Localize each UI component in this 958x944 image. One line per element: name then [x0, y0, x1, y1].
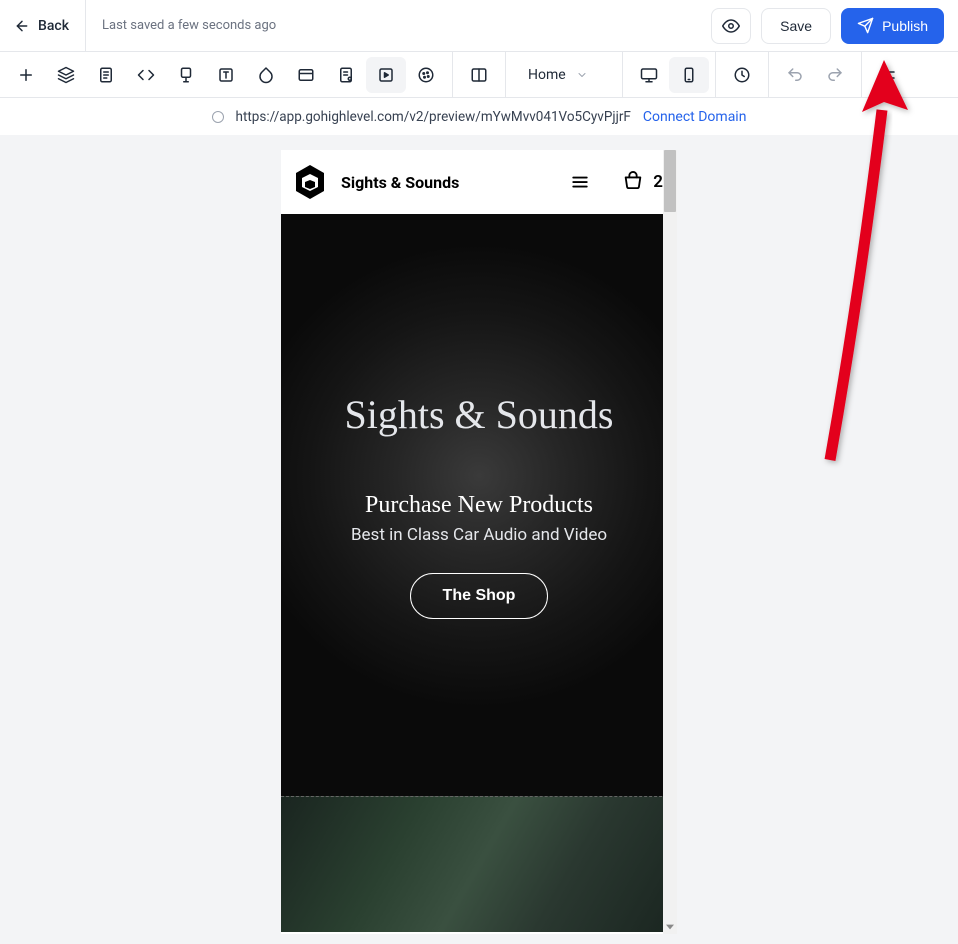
- layers-button[interactable]: [46, 57, 86, 93]
- page-selected-label: Home: [528, 67, 566, 83]
- save-button[interactable]: Save: [761, 8, 831, 44]
- scrollbar-down-button[interactable]: [663, 920, 677, 934]
- preview-url: https://app.gohighlevel.com/v2/preview/m…: [236, 109, 631, 125]
- back-label: Back: [38, 18, 69, 34]
- mobile-icon: [680, 66, 698, 84]
- send-icon: [857, 17, 874, 34]
- section-icon: [177, 66, 195, 84]
- site-logo: [293, 163, 327, 201]
- add-element-button[interactable]: [6, 57, 46, 93]
- app-header: Back Last saved a few seconds ago Save P…: [0, 0, 958, 52]
- back-button[interactable]: Back: [14, 18, 69, 34]
- desktop-view-button[interactable]: [629, 57, 669, 93]
- page-selector[interactable]: Home: [512, 57, 616, 93]
- saved-status: Last saved a few seconds ago: [102, 18, 276, 33]
- play-square-icon: [377, 66, 395, 84]
- file-icon: [97, 66, 115, 84]
- url-bar: https://app.gohighlevel.com/v2/preview/m…: [0, 98, 958, 136]
- hero-text: Best in Class Car Audio and Video: [351, 525, 607, 545]
- clock-icon: [733, 66, 751, 84]
- undo-button[interactable]: [775, 57, 815, 93]
- layout-icon: [297, 66, 315, 84]
- site-header: Sights & Sounds 2: [281, 150, 677, 214]
- connect-domain-link[interactable]: Connect Domain: [643, 109, 747, 125]
- hero-cta-button[interactable]: The Shop: [410, 573, 549, 619]
- hero-subtitle: Purchase New Products: [365, 492, 593, 519]
- settings-button[interactable]: [868, 57, 908, 93]
- media-button[interactable]: [366, 57, 406, 93]
- columns-icon: [470, 66, 488, 84]
- text-icon: [217, 66, 235, 84]
- form-button[interactable]: [326, 57, 366, 93]
- publish-label: Publish: [882, 18, 928, 34]
- layers-icon: [57, 66, 75, 84]
- droplet-icon: [257, 66, 275, 84]
- hero-title: Sights & Sounds: [345, 391, 614, 438]
- mobile-view-button[interactable]: [669, 57, 709, 93]
- scrollbar[interactable]: [663, 150, 677, 934]
- container-button[interactable]: [286, 57, 326, 93]
- content-section[interactable]: [281, 796, 677, 932]
- arrow-left-icon: [14, 18, 30, 34]
- site-name: Sights & Sounds: [341, 173, 459, 192]
- toolbar: Home: [0, 52, 958, 98]
- history-button[interactable]: [722, 57, 762, 93]
- columns-button[interactable]: [459, 57, 499, 93]
- undo-icon: [786, 66, 804, 84]
- mobile-preview-frame: Sights & Sounds 2 Sights & Sounds Purcha…: [281, 150, 677, 934]
- cookie-button[interactable]: [406, 57, 446, 93]
- cart-count: 2: [653, 172, 663, 192]
- section-button[interactable]: [166, 57, 206, 93]
- cart-button[interactable]: 2: [622, 171, 663, 193]
- hamburger-menu-icon[interactable]: [570, 173, 590, 191]
- sliders-icon: [879, 66, 897, 84]
- redo-icon: [826, 66, 844, 84]
- header-actions: Save Publish: [711, 8, 944, 44]
- loading-icon: [212, 111, 224, 123]
- chevron-down-icon: [576, 69, 588, 81]
- publish-button[interactable]: Publish: [841, 8, 944, 44]
- scrollbar-thumb[interactable]: [664, 150, 676, 212]
- color-button[interactable]: [246, 57, 286, 93]
- canvas: Sights & Sounds 2 Sights & Sounds Purcha…: [0, 136, 958, 944]
- code-icon: [137, 66, 155, 84]
- page-button[interactable]: [86, 57, 126, 93]
- eye-icon: [722, 17, 740, 35]
- redo-button[interactable]: [815, 57, 855, 93]
- hero-section[interactable]: Sights & Sounds Purchase New Products Be…: [281, 214, 677, 796]
- divider: [85, 0, 86, 52]
- code-button[interactable]: [126, 57, 166, 93]
- form-icon: [337, 66, 355, 84]
- cookie-icon: [417, 66, 435, 84]
- text-button[interactable]: [206, 57, 246, 93]
- preview-button[interactable]: [711, 8, 751, 44]
- desktop-icon: [640, 66, 658, 84]
- cart-icon: [622, 171, 644, 193]
- plus-icon: [17, 66, 35, 84]
